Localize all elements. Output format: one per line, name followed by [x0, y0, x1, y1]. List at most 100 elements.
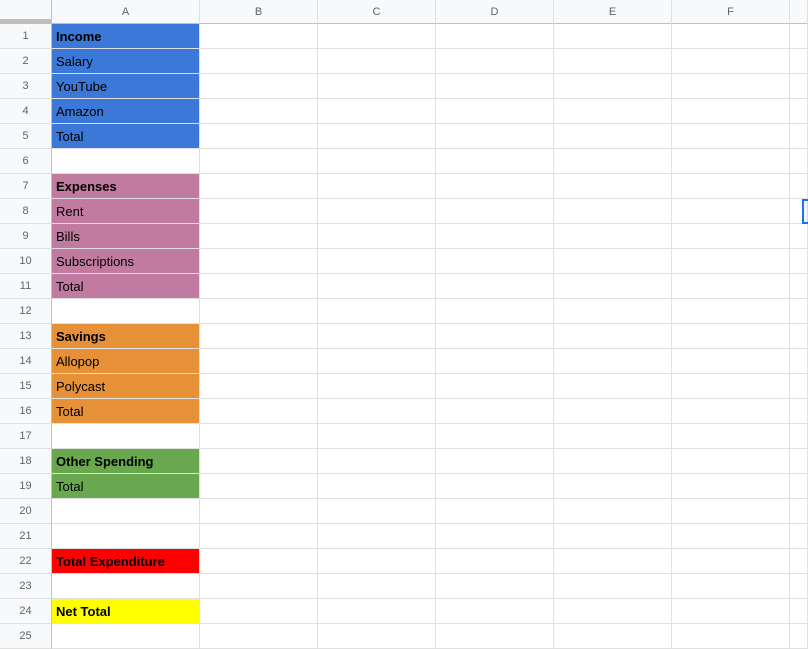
cell-F3[interactable] [672, 74, 790, 99]
cell-B22[interactable] [200, 549, 318, 574]
cell-A10[interactable]: Subscriptions [52, 249, 200, 274]
cell-D22[interactable] [436, 549, 554, 574]
row-header-11[interactable]: 11 [0, 274, 52, 299]
cell-E19[interactable] [554, 474, 672, 499]
cell-F15[interactable] [672, 374, 790, 399]
cell-C7[interactable] [318, 174, 436, 199]
cell-C21[interactable] [318, 524, 436, 549]
cell-C17[interactable] [318, 424, 436, 449]
cell-C3[interactable] [318, 74, 436, 99]
cell-partial-14[interactable] [790, 349, 808, 374]
row-header-23[interactable]: 23 [0, 574, 52, 599]
cell-E25[interactable] [554, 624, 672, 649]
cell-F17[interactable] [672, 424, 790, 449]
cell-B9[interactable] [200, 224, 318, 249]
cell-B7[interactable] [200, 174, 318, 199]
cell-partial-11[interactable] [790, 274, 808, 299]
cell-partial-25[interactable] [790, 624, 808, 649]
cell-E17[interactable] [554, 424, 672, 449]
row-header-6[interactable]: 6 [0, 149, 52, 174]
cell-C25[interactable] [318, 624, 436, 649]
cell-B11[interactable] [200, 274, 318, 299]
cell-D5[interactable] [436, 124, 554, 149]
row-header-5[interactable]: 5 [0, 124, 52, 149]
cell-partial-7[interactable] [790, 174, 808, 199]
cell-E6[interactable] [554, 149, 672, 174]
cell-D19[interactable] [436, 474, 554, 499]
cell-D15[interactable] [436, 374, 554, 399]
column-header-B[interactable]: B [200, 0, 318, 24]
cell-A19[interactable]: Total [52, 474, 200, 499]
cell-F25[interactable] [672, 624, 790, 649]
cell-F6[interactable] [672, 149, 790, 174]
cell-E2[interactable] [554, 49, 672, 74]
row-header-9[interactable]: 9 [0, 224, 52, 249]
spreadsheet-grid[interactable]: ABCDEF1Income2Salary3YouTube4Amazon5Tota… [0, 0, 808, 649]
select-all-corner[interactable] [0, 0, 52, 24]
cell-F16[interactable] [672, 399, 790, 424]
row-header-4[interactable]: 4 [0, 99, 52, 124]
cell-C8[interactable] [318, 199, 436, 224]
cell-B17[interactable] [200, 424, 318, 449]
row-header-19[interactable]: 19 [0, 474, 52, 499]
row-header-7[interactable]: 7 [0, 174, 52, 199]
cell-E24[interactable] [554, 599, 672, 624]
cell-F7[interactable] [672, 174, 790, 199]
cell-C5[interactable] [318, 124, 436, 149]
column-header-E[interactable]: E [554, 0, 672, 24]
row-header-14[interactable]: 14 [0, 349, 52, 374]
cell-partial-24[interactable] [790, 599, 808, 624]
cell-B5[interactable] [200, 124, 318, 149]
cell-E9[interactable] [554, 224, 672, 249]
cell-C22[interactable] [318, 549, 436, 574]
cell-partial-10[interactable] [790, 249, 808, 274]
cell-A21[interactable] [52, 524, 200, 549]
cell-E1[interactable] [554, 24, 672, 49]
cell-partial-4[interactable] [790, 99, 808, 124]
cell-C1[interactable] [318, 24, 436, 49]
cell-F9[interactable] [672, 224, 790, 249]
cell-C6[interactable] [318, 149, 436, 174]
cell-B14[interactable] [200, 349, 318, 374]
cell-F24[interactable] [672, 599, 790, 624]
row-header-1[interactable]: 1 [0, 24, 52, 49]
cell-A11[interactable]: Total [52, 274, 200, 299]
cell-A12[interactable] [52, 299, 200, 324]
cell-A20[interactable] [52, 499, 200, 524]
cell-D18[interactable] [436, 449, 554, 474]
cell-D11[interactable] [436, 274, 554, 299]
cell-C13[interactable] [318, 324, 436, 349]
cell-partial-20[interactable] [790, 499, 808, 524]
cell-F23[interactable] [672, 574, 790, 599]
cell-D9[interactable] [436, 224, 554, 249]
cell-F14[interactable] [672, 349, 790, 374]
cell-D17[interactable] [436, 424, 554, 449]
cell-E5[interactable] [554, 124, 672, 149]
cell-partial-21[interactable] [790, 524, 808, 549]
cell-A23[interactable] [52, 574, 200, 599]
cell-C12[interactable] [318, 299, 436, 324]
cell-B1[interactable] [200, 24, 318, 49]
cell-B12[interactable] [200, 299, 318, 324]
cell-F8[interactable] [672, 199, 790, 224]
cell-E21[interactable] [554, 524, 672, 549]
cell-D21[interactable] [436, 524, 554, 549]
cell-D7[interactable] [436, 174, 554, 199]
cell-B18[interactable] [200, 449, 318, 474]
cell-D23[interactable] [436, 574, 554, 599]
cell-A8[interactable]: Rent [52, 199, 200, 224]
cell-E13[interactable] [554, 324, 672, 349]
cell-D24[interactable] [436, 599, 554, 624]
cell-C20[interactable] [318, 499, 436, 524]
row-header-2[interactable]: 2 [0, 49, 52, 74]
cell-partial-5[interactable] [790, 124, 808, 149]
cell-C9[interactable] [318, 224, 436, 249]
cell-C11[interactable] [318, 274, 436, 299]
cell-B6[interactable] [200, 149, 318, 174]
cell-E14[interactable] [554, 349, 672, 374]
cell-E8[interactable] [554, 199, 672, 224]
cell-A7[interactable]: Expenses [52, 174, 200, 199]
cell-B10[interactable] [200, 249, 318, 274]
cell-partial-9[interactable] [790, 224, 808, 249]
cell-F22[interactable] [672, 549, 790, 574]
